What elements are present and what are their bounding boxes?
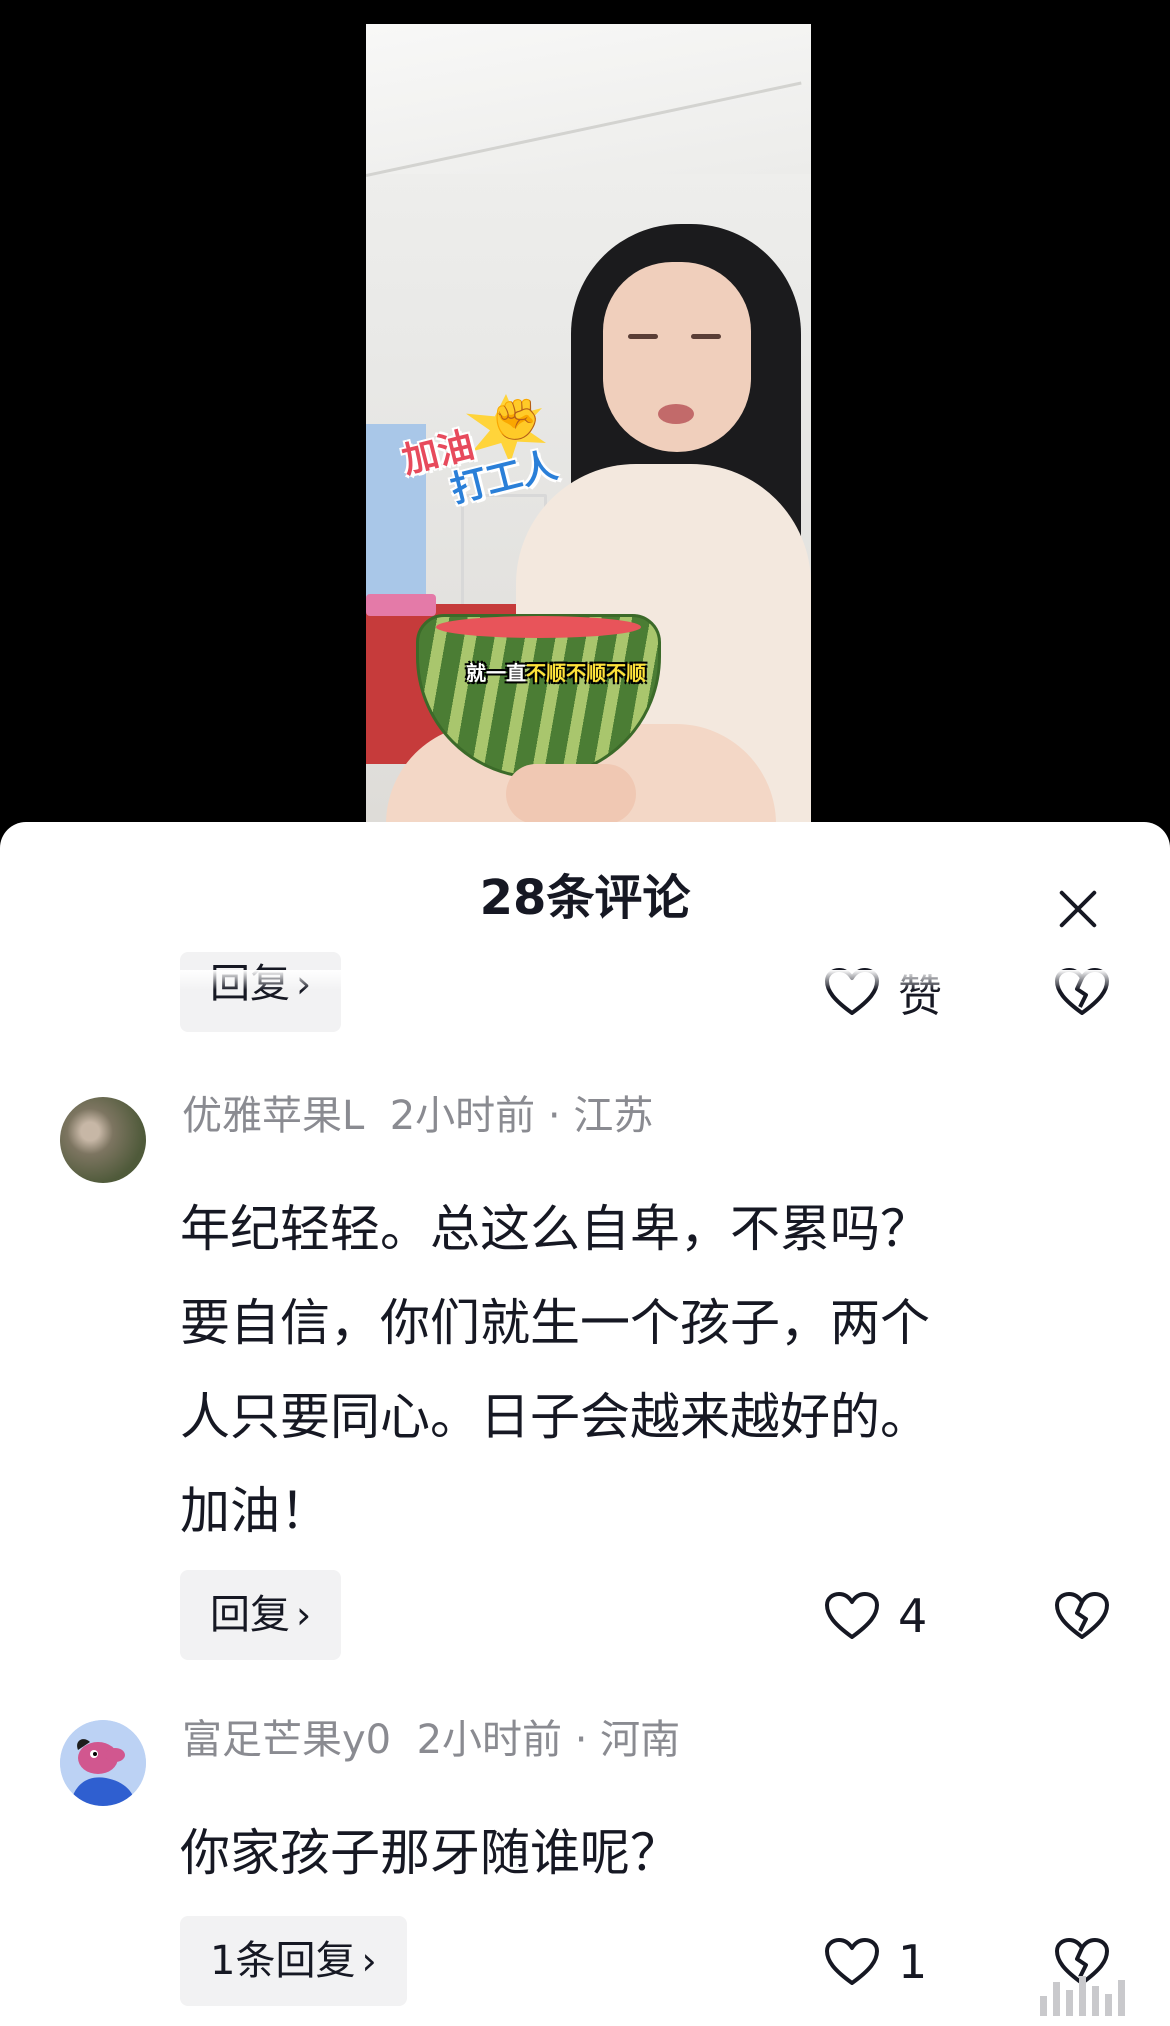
like-button[interactable]: 4 bbox=[824, 1586, 927, 1646]
avatar[interactable] bbox=[60, 1097, 146, 1183]
comment-line: 年纪轻轻。总这么自卑，不累吗？ bbox=[180, 1200, 930, 1258]
avatar[interactable] bbox=[60, 1720, 146, 1806]
broken-heart-icon[interactable] bbox=[1054, 1588, 1110, 1644]
comment-body: 年纪轻轻。总这么自卑，不累吗？ 要自信，你们就生一个孩子，两个 人只要同心。日子… bbox=[180, 1182, 1140, 1558]
eye-left bbox=[628, 334, 658, 339]
cartoon-avatar-icon bbox=[60, 1720, 146, 1806]
like-button[interactable]: 1 bbox=[824, 1932, 927, 1992]
video-caption: 就一直不顺不顺不顺 bbox=[466, 657, 646, 686]
video-area[interactable]: ✊ 加油 打工人 就一直不顺不顺不顺 bbox=[0, 0, 1170, 830]
video-frame[interactable]: ✊ 加油 打工人 就一直不顺不顺不顺 bbox=[366, 24, 811, 824]
comment-count-title: 28条评论 bbox=[479, 870, 691, 926]
expand-replies-button[interactable]: 1条回复 › bbox=[180, 1916, 407, 2006]
pink-basin bbox=[366, 594, 436, 616]
comment-line: 你家孩子那牙随谁呢？ bbox=[180, 1824, 680, 1882]
comment-line: 要自信，你们就生一个孩子，两个 bbox=[180, 1294, 930, 1352]
watermark-bars bbox=[1040, 1970, 1140, 2016]
comment-meta: 优雅苹果L 2小时前 · 江苏 bbox=[182, 1093, 654, 1139]
reply-button[interactable]: 回复› bbox=[180, 1570, 342, 1660]
comment-meta: 富足芒果y0 2小时前 · 河南 bbox=[182, 1717, 681, 1763]
comment-body: 你家孩子那牙随谁呢？ bbox=[180, 1806, 1140, 1900]
eye-right bbox=[691, 334, 721, 339]
timestamp: 2小时前 bbox=[389, 1093, 536, 1139]
timestamp: 2小时前 bbox=[416, 1717, 563, 1763]
like-count: 1 bbox=[898, 1935, 928, 1989]
caption-prefix: 就一直 bbox=[466, 661, 526, 685]
reply-label: 1条回复 bbox=[210, 1938, 356, 1984]
mouth bbox=[658, 404, 694, 424]
heart-icon bbox=[825, 1592, 879, 1639]
close-icon[interactable] bbox=[1050, 882, 1106, 938]
username[interactable]: 富足芒果y0 bbox=[182, 1717, 391, 1763]
heart-icon bbox=[825, 1938, 879, 1985]
chevron-right-icon: › bbox=[361, 1939, 377, 1983]
caption-highlight: 不顺不顺不顺 bbox=[526, 661, 646, 685]
comment-line: 人只要同心。日子会越来越好的。 bbox=[180, 1388, 930, 1446]
watermelon-flesh bbox=[436, 616, 641, 638]
reply-button[interactable]: 回复› bbox=[180, 952, 342, 1032]
hand bbox=[506, 764, 636, 824]
chevron-right-icon: › bbox=[296, 1593, 312, 1637]
ceiling bbox=[366, 24, 811, 174]
like-count: 4 bbox=[898, 1589, 928, 1643]
comment-sheet: 28条评论 回复› 赞 优雅苹果L 2小时前 · 江苏 年纪轻轻。总这么自卑，不… bbox=[0, 822, 1170, 2026]
comment-line: 加油！ bbox=[180, 1482, 330, 1540]
scroll-fade bbox=[0, 970, 1170, 990]
location: 江苏 bbox=[573, 1093, 654, 1139]
reply-label: 回复 bbox=[210, 1592, 290, 1638]
location: 河南 bbox=[600, 1717, 681, 1763]
username[interactable]: 优雅苹果L bbox=[182, 1093, 364, 1139]
